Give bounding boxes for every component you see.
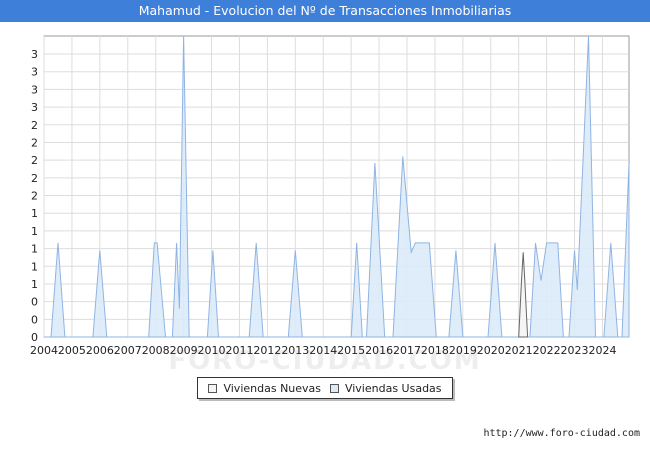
y-tick-label: 2 <box>31 119 38 132</box>
x-tick-label: 2011 <box>225 344 253 357</box>
x-tick-label: 2015 <box>337 344 365 357</box>
x-tick-label: 2018 <box>421 344 449 357</box>
y-tick-label: 3 <box>31 83 38 96</box>
x-tick-label: 2010 <box>198 344 226 357</box>
legend-label-usadas: Viviendas Usadas <box>344 381 442 395</box>
y-tick-label: 2 <box>31 190 38 203</box>
legend-swatch-nuevas <box>208 383 218 393</box>
x-tick-label: 2012 <box>253 344 281 357</box>
data-areas <box>44 35 630 338</box>
y-tick-label: 0 <box>31 331 38 344</box>
x-tick-label: 2008 <box>142 344 170 357</box>
series-area-usadas <box>44 35 630 338</box>
x-tick-label: 2016 <box>365 344 393 357</box>
x-tick-label: 2021 <box>505 344 533 357</box>
x-tick-label: 2013 <box>281 344 309 357</box>
y-tick-label: 1 <box>31 260 38 273</box>
y-tick-label: 1 <box>31 225 38 238</box>
y-axis-ticks: 0 0 0 1 1 1 1 1 2 2 2 2 2 3 3 3 3 <box>31 48 38 344</box>
series-area-nuevas <box>518 252 529 338</box>
x-tick-label: 2017 <box>393 344 421 357</box>
y-tick-label: 3 <box>31 48 38 61</box>
x-tick-label: 2004 <box>30 344 58 357</box>
legend: Viviendas Nuevas Viviendas Usadas <box>197 377 453 399</box>
y-tick-label: 1 <box>31 278 38 291</box>
y-tick-label: 3 <box>31 66 38 79</box>
y-tick-label: 2 <box>31 172 38 185</box>
x-tick-label: 2005 <box>58 344 86 357</box>
x-tick-label: 2007 <box>114 344 142 357</box>
y-tick-label: 2 <box>31 136 38 149</box>
source-url[interactable]: http://www.foro-ciudad.com <box>483 428 640 439</box>
x-tick-label: 2019 <box>449 344 477 357</box>
x-tick-label: 2014 <box>309 344 337 357</box>
y-tick-label: 1 <box>31 243 38 256</box>
y-tick-label: 0 <box>31 296 38 309</box>
legend-swatch-usadas <box>329 383 339 393</box>
x-tick-label: 2020 <box>477 344 505 357</box>
x-axis-ticks: 2004 2005 2006 2007 2008 2009 2010 2011 2012 2013… <box>30 344 616 357</box>
x-tick-label: 2024 <box>588 344 616 357</box>
x-tick-label: 2022 <box>533 344 561 357</box>
y-tick-label: 2 <box>31 154 38 167</box>
legend-item-nuevas: Viviendas Nuevas <box>208 382 321 395</box>
legend-item-usadas: Viviendas Usadas <box>329 381 442 395</box>
x-tick-label: 2023 <box>561 344 589 357</box>
y-tick-label: 1 <box>31 207 38 220</box>
y-tick-label: 3 <box>31 101 38 114</box>
x-tick-label: 2009 <box>170 344 198 357</box>
x-tick-label: 2006 <box>86 344 114 357</box>
y-tick-label: 0 <box>31 313 38 326</box>
legend-label-nuevas: Viviendas Nuevas <box>223 381 322 395</box>
